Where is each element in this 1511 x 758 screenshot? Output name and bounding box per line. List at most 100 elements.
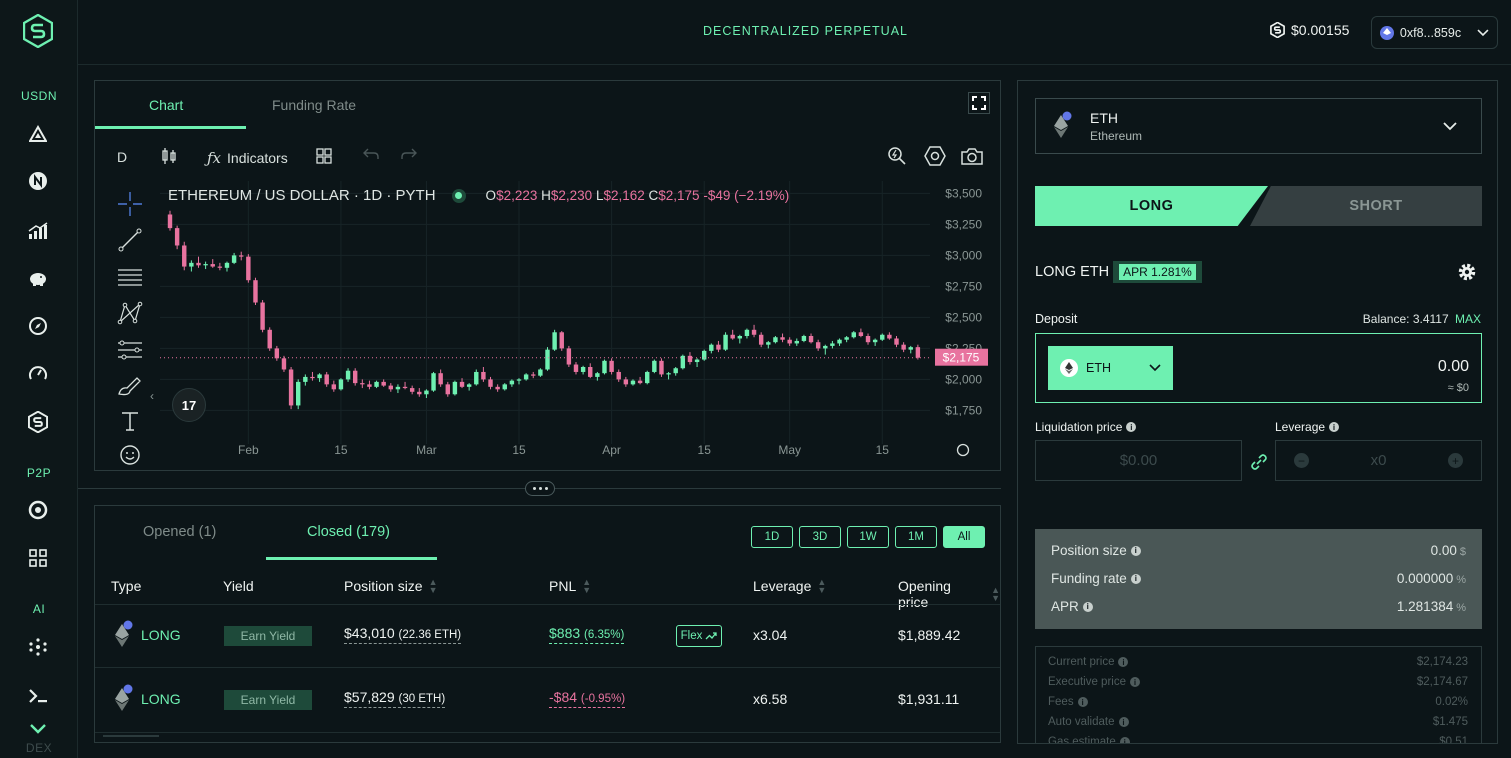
wallet-button[interactable]: 0xf8...859c <box>1371 16 1498 49</box>
horizontal-scrollbar[interactable] <box>103 735 159 737</box>
position-type-label: LONG <box>141 691 181 707</box>
tradingview-logo-icon[interactable]: 17 <box>172 388 206 422</box>
page-title: DECENTRALIZED PERPETUAL <box>703 24 908 38</box>
candle-body <box>409 388 415 392</box>
short-button[interactable]: SHORT <box>1250 186 1482 226</box>
asset-selector[interactable]: ETH Ethereum <box>1035 98 1482 154</box>
sidebar-item-n-token-icon[interactable] <box>27 170 49 192</box>
flex-share-button[interactable]: Flex <box>676 625 722 647</box>
leverage-value: x3.04 <box>753 627 788 643</box>
interval-button[interactable]: D <box>117 149 127 165</box>
info-icon[interactable]: i <box>1129 677 1140 687</box>
info-icon[interactable]: i <box>1118 717 1129 727</box>
minus-icon[interactable]: − <box>1294 453 1309 468</box>
price-chart[interactable]: $3,500$3,250$3,000$2,750$2,500$2,250$2,0… <box>155 181 1000 471</box>
column-position-size[interactable]: Position size ▲ ▼ <box>344 578 438 595</box>
candle-body <box>552 332 557 350</box>
plus-icon[interactable]: + <box>1448 453 1463 468</box>
pnl-amount: $883 <box>549 625 581 641</box>
sidebar-item-piggy-bank-icon[interactable] <box>27 267 49 289</box>
emoji-tool[interactable] <box>113 442 147 468</box>
info-icon[interactable]: i <box>1130 545 1141 556</box>
deposit-token-selector[interactable]: ETH <box>1048 346 1173 390</box>
x-tick-label: May <box>778 443 801 457</box>
candle-body <box>787 339 792 344</box>
info-icon[interactable]: i <box>1119 737 1130 743</box>
candle-body <box>189 262 194 267</box>
gear-icon <box>924 146 946 166</box>
column-leverage[interactable]: Leverage ▲ ▼ <box>753 578 826 595</box>
sidebar-item-grid-icon[interactable] <box>27 547 49 569</box>
collapse-tools-icon[interactable]: ‹ <box>150 389 154 403</box>
layout-grid-icon <box>316 148 332 164</box>
info-icon[interactable]: i <box>1118 657 1129 667</box>
sidebar-expand-chevron-icon[interactable] <box>27 718 49 740</box>
crosshair-tool[interactable] <box>113 191 147 217</box>
indicators-button[interactable]: ƒx Indicators <box>207 149 288 167</box>
filter-1w[interactable]: 1W <box>847 526 889 548</box>
undo-button[interactable] <box>363 148 379 160</box>
app-logo-icon[interactable] <box>23 14 53 48</box>
filter-1d[interactable]: 1D <box>751 526 793 548</box>
tab-funding-rate[interactable]: Funding Rate <box>272 97 356 113</box>
horizontal-lines-tool[interactable] <box>113 264 147 290</box>
templates-button[interactable] <box>316 148 332 164</box>
deposit-amount-input[interactable]: 0.00 <box>1438 358 1469 376</box>
symbol-label: ETHEREUM / US DOLLAR · 1D · PYTH <box>168 187 436 204</box>
earn-yield-badge: Earn Yield <box>224 626 312 646</box>
long-button[interactable]: LONG <box>1035 186 1268 226</box>
pattern-tool[interactable] <box>113 300 147 326</box>
screenshot-button[interactable] <box>961 147 983 165</box>
info-icon[interactable]: i <box>1329 422 1340 432</box>
info-icon[interactable]: i <box>1126 422 1137 432</box>
filter-all[interactable]: All <box>943 526 985 548</box>
candle-body <box>851 332 856 338</box>
fullscreen-button[interactable] <box>968 92 990 114</box>
quick-search-button[interactable] <box>887 146 907 166</box>
candle-body <box>381 381 386 386</box>
candle-body <box>417 391 422 395</box>
candles-type-button[interactable] <box>161 147 177 165</box>
column-pnl[interactable]: PNL ▲ ▼ <box>549 578 591 595</box>
filter-3d[interactable]: 3D <box>799 526 841 548</box>
candle-body <box>374 381 379 387</box>
pnl-value: $883 (6.35%) <box>549 625 625 644</box>
sidebar-item-terminal-icon[interactable] <box>27 685 49 707</box>
axis-settings-icon[interactable] <box>956 443 970 457</box>
info-icon[interactable]: i <box>1130 573 1141 584</box>
tab-closed[interactable]: Closed (179) <box>307 524 390 540</box>
resize-handle[interactable] <box>525 481 555 496</box>
candle-body <box>602 360 607 374</box>
leverage-input[interactable]: − x0 + <box>1275 440 1482 481</box>
sidebar-item-dots-network-icon[interactable] <box>27 636 49 658</box>
max-button[interactable]: MAX <box>1455 312 1481 326</box>
chart-toolbar: D ƒx Indicators <box>95 129 1000 181</box>
text-tool[interactable] <box>113 408 147 434</box>
y-tick-label: $3,000 <box>945 248 982 262</box>
candle-body <box>538 369 543 376</box>
trend-line-tool[interactable] <box>113 227 147 253</box>
sidebar-item-hexagons-icon[interactable] <box>27 499 49 521</box>
projection-tool[interactable] <box>113 337 147 363</box>
sidebar-item-gauge-icon[interactable] <box>27 363 49 385</box>
column-opening-price[interactable]: Opening price ▲ ▼ <box>898 578 1000 610</box>
candle-body <box>872 339 878 343</box>
sidebar-item-chart-icon[interactable] <box>27 220 49 242</box>
filter-1m[interactable]: 1M <box>895 526 937 548</box>
candle-body <box>894 338 899 345</box>
sidebar-item-logo-icon[interactable] <box>27 411 49 433</box>
info-icon[interactable]: i <box>1082 601 1093 612</box>
redo-button[interactable] <box>401 148 417 160</box>
sidebar-item-compass-icon[interactable] <box>27 315 49 337</box>
info-icon[interactable]: i <box>1077 697 1088 707</box>
candle-body <box>730 334 735 339</box>
settings-button[interactable] <box>924 146 946 166</box>
link-icon[interactable] <box>1250 453 1268 471</box>
gear-icon[interactable] <box>1457 262 1477 282</box>
tab-chart[interactable]: Chart <box>149 97 183 113</box>
brush-tool[interactable] <box>113 373 147 399</box>
tab-opened[interactable]: Opened (1) <box>143 524 216 540</box>
liquidation-price-input[interactable]: $0.00 <box>1035 440 1242 481</box>
candle-body <box>737 336 743 339</box>
sidebar-item-triangle-icon[interactable] <box>27 123 49 145</box>
